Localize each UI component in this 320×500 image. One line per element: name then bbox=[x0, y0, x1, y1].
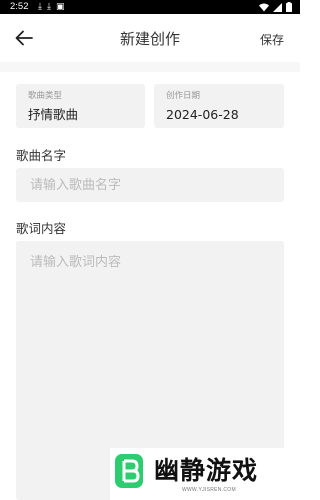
watermark-text: 幽静游戏 bbox=[154, 456, 259, 485]
creation-date-card[interactable]: 创作日期 2024-06-28 bbox=[154, 84, 284, 128]
signal-icon bbox=[273, 2, 282, 12]
wifi-icon bbox=[259, 3, 269, 11]
notification-icon: ▣ bbox=[55, 2, 65, 12]
download-icon: ⤓ bbox=[46, 2, 51, 12]
song-name-input[interactable] bbox=[16, 168, 284, 202]
save-button[interactable]: 保存 bbox=[260, 31, 284, 48]
creation-date-value: 2024-06-28 bbox=[166, 107, 239, 122]
header-divider bbox=[0, 62, 300, 72]
watermark-logo-icon bbox=[115, 454, 143, 488]
status-bar: 2:52 ⤓ ⤓ ▣ bbox=[0, 0, 300, 14]
lyrics-label: 歌词内容 bbox=[16, 221, 67, 236]
app-bar: 新建创作 保存 bbox=[0, 14, 300, 62]
song-genre-card[interactable]: 歌曲类型 抒情歌曲 bbox=[16, 84, 145, 128]
song-name-label: 歌曲名字 bbox=[16, 148, 67, 163]
battery-icon bbox=[286, 2, 292, 12]
status-left-icons: ⤓ ⤓ ▣ bbox=[38, 1, 64, 13]
status-time: 2:52 bbox=[10, 1, 29, 12]
status-right-icons bbox=[259, 2, 292, 12]
song-genre-label: 歌曲类型 bbox=[28, 91, 63, 101]
creation-date-label: 创作日期 bbox=[166, 91, 201, 101]
song-genre-value: 抒情歌曲 bbox=[28, 107, 79, 122]
watermark-url: WWW.YJISREN.COM bbox=[182, 487, 236, 493]
watermark: 幽静游戏 WWW.YJISREN.COM bbox=[110, 448, 298, 500]
download-icon: ⤓ bbox=[38, 2, 42, 12]
page-title: 新建创作 bbox=[119, 30, 180, 48]
